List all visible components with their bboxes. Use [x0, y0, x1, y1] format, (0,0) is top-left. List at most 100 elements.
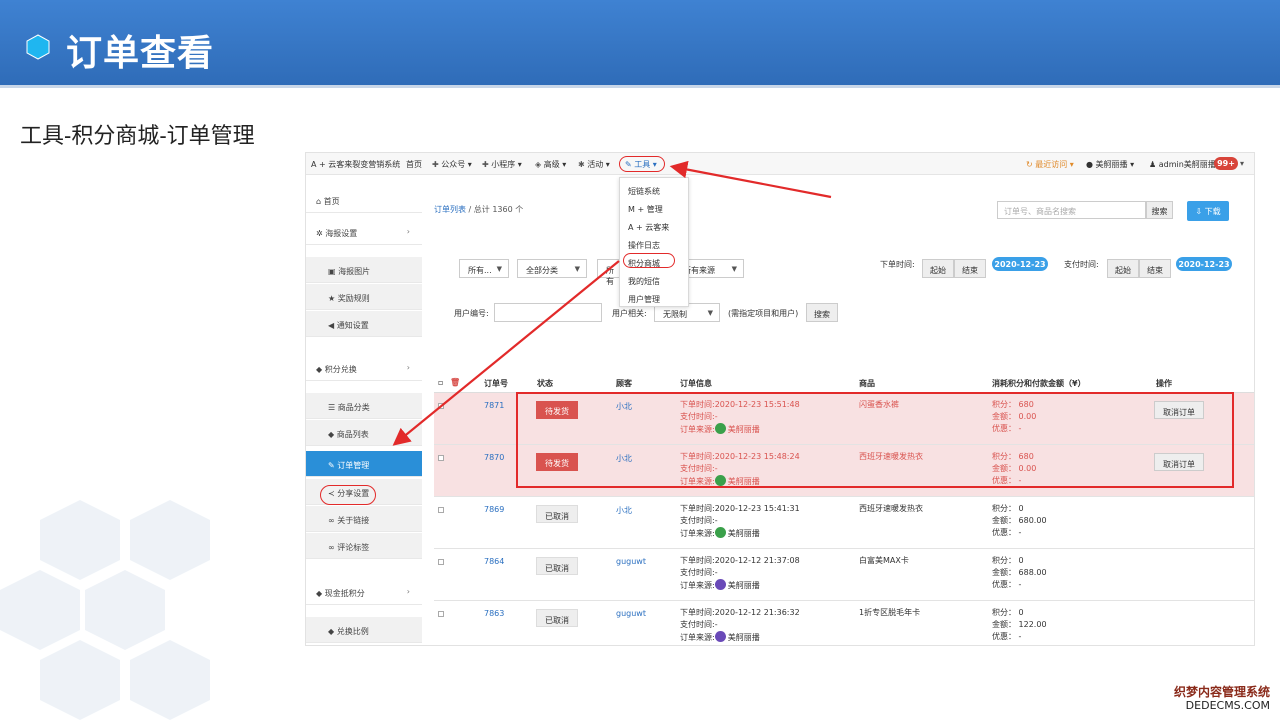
sidebar-item-label: 海报设置: [325, 229, 358, 238]
order-id-link[interactable]: 7869: [484, 505, 504, 514]
nav-activity[interactable]: ✱ 活动 ▾: [578, 159, 610, 170]
nav-mini-program[interactable]: ✚ 小程序 ▾: [482, 159, 522, 170]
sidebar-item-label: 兑换比例: [336, 627, 369, 636]
sidebar-item-label: 积分兑换: [324, 365, 357, 374]
menu-item-yunkelai[interactable]: A + 云客来: [628, 222, 669, 233]
customer-link[interactable]: guguwt: [616, 609, 646, 618]
sidebar-item-poster-images[interactable]: ▣ 海报图片: [306, 257, 422, 283]
watermark-url: DEDECMS.COM: [1185, 699, 1270, 712]
row-checkbox[interactable]: [438, 403, 444, 409]
filter-category-select[interactable]: 全部分类 ▼: [517, 259, 587, 278]
wechat-account[interactable]: ● 美舸丽播 ▾: [1086, 159, 1134, 170]
row-checkbox[interactable]: [438, 611, 444, 617]
order-id-link[interactable]: 7863: [484, 609, 504, 618]
download-icon: ⇩: [1195, 207, 1203, 216]
sidebar-item-order-manage[interactable]: ✎ 订单管理: [306, 451, 422, 477]
nav-home[interactable]: 首页: [406, 159, 422, 170]
slide-header: 订单查看: [0, 0, 1280, 88]
select-value: 所有...: [468, 266, 492, 275]
pay-time-label: 支付时间:: [1064, 260, 1099, 269]
brand-name[interactable]: A + 云客来裂变营销系统: [311, 159, 400, 170]
download-button[interactable]: ⇩ 下载: [1187, 201, 1229, 221]
sidebar-item-reward-rules[interactable]: ★ 奖励规则: [306, 284, 422, 310]
customer-link[interactable]: 小北: [616, 505, 632, 516]
home-icon: ⌂: [316, 197, 322, 206]
order-date-pill[interactable]: 2020-12-23: [992, 257, 1048, 271]
sidebar-item-label: 首页: [323, 197, 340, 206]
trash-icon[interactable]: 🗑: [450, 378, 460, 387]
admin-label: admin美舸丽播: [1158, 160, 1216, 169]
pay-time-start[interactable]: 起始: [1107, 259, 1139, 278]
filter-search-button[interactable]: 搜索: [806, 303, 838, 322]
sidebar-item-home[interactable]: ⌂ 首页: [306, 187, 422, 213]
row-checkbox[interactable]: [438, 507, 444, 513]
sidebar-item-exchange-ratio[interactable]: ◆ 兑换比例: [306, 617, 422, 643]
order-id-link[interactable]: 7871: [484, 401, 504, 410]
sidebar-item-goods-list[interactable]: ◆ 商品列表: [306, 420, 422, 446]
pay-time-end[interactable]: 结束: [1139, 259, 1171, 278]
order-info: 下单时间:2020-12-12 21:37:08 支付时间:- 订单来源: 美舸丽播: [680, 555, 800, 592]
points: 积分： 0: [992, 556, 1024, 565]
order-source-label: 订单来源:: [680, 633, 715, 642]
recent-visits[interactable]: ↻ 最近访问 ▾: [1026, 159, 1074, 170]
admin-user[interactable]: ♟ admin美舸丽播: [1149, 159, 1216, 170]
notification-badge[interactable]: 99+: [1214, 157, 1238, 170]
menu-item-my-sms[interactable]: 我的短信: [628, 276, 660, 287]
nav-tools-label: 工具 ▾: [634, 160, 657, 169]
select-value: 所有: [606, 266, 614, 286]
menu-item-operation-log[interactable]: 操作日志: [628, 240, 660, 251]
order-time-end[interactable]: 结束: [954, 259, 986, 278]
pay-time: 支付时间:-: [680, 516, 718, 525]
order-time-label: 下单时间:: [880, 260, 915, 269]
menu-item-user-manage[interactable]: 用户管理: [628, 294, 660, 305]
user-id-input[interactable]: [494, 303, 602, 322]
pay-time: 支付时间:-: [680, 620, 718, 629]
sidebar-item-comment-tags[interactable]: ∞ 评论标签: [306, 533, 422, 559]
sidebar-item-points-exchange[interactable]: ◆ 积分兑换 ›: [306, 355, 422, 381]
order-id-link[interactable]: 7864: [484, 557, 504, 566]
chevron-down-icon[interactable]: ▾: [1240, 159, 1244, 168]
order-info: 下单时间:2020-12-23 15:41:31 支付时间:- 订单来源: 美舸丽播: [680, 503, 800, 540]
sidebar-item-cash-points[interactable]: ◆ 现金抵积分 ›: [306, 579, 422, 605]
menu-item-m-manage[interactable]: M + 管理: [628, 204, 663, 215]
order-id-link[interactable]: 7870: [484, 453, 504, 462]
cubes-icon: ◆: [328, 430, 335, 439]
select-all-checkbox[interactable]: ▫: [438, 378, 443, 387]
top-navbar: A + 云客来裂变营销系统 首页 ✚ 公众号 ▾ ✚ 小程序 ▾ ◈ 高级 ▾ …: [306, 153, 1254, 175]
sidebar-item-about-link[interactable]: ∞ 关于链接: [306, 506, 422, 532]
row-checkbox[interactable]: [438, 559, 444, 565]
sidebar-item-label: 商品列表: [336, 430, 369, 439]
breadcrumb-link[interactable]: 订单列表: [434, 205, 466, 214]
background-hexagons: [0, 500, 210, 720]
search-button[interactable]: 搜索: [1146, 201, 1173, 219]
cube-icon: ◈: [535, 160, 542, 169]
sidebar-item-poster-settings[interactable]: ✲ 海报设置 ›: [306, 219, 422, 245]
highlight-circle: [320, 485, 376, 505]
th-amount: 消耗积分和付款金额（¥）: [992, 379, 1086, 388]
chevron-right-icon: ›: [406, 227, 410, 236]
search-input[interactable]: 订单号、商品名搜索: [997, 201, 1146, 219]
customer-link[interactable]: guguwt: [616, 557, 646, 566]
nav-official-account[interactable]: ✚ 公众号 ▾: [432, 159, 472, 170]
amount: 金额： 688.00: [992, 568, 1047, 577]
cubes-icon: ◆: [316, 589, 323, 598]
nav-label: 活动 ▾: [587, 160, 610, 169]
nav-advanced[interactable]: ◈ 高级 ▾: [535, 159, 566, 170]
sidebar-item-label: 订单管理: [337, 461, 370, 470]
row-checkbox[interactable]: [438, 455, 444, 461]
hexagon-icon: [26, 34, 50, 60]
goods-name: 1折专区脱毛年卡: [859, 608, 921, 617]
filter-status-select[interactable]: 所有... ▼: [459, 259, 509, 278]
chevron-right-icon: ›: [406, 363, 410, 372]
menu-item-short-link[interactable]: 短链系统: [628, 186, 660, 197]
source-avatar-icon: [714, 631, 726, 642]
filter-type-select[interactable]: 所有: [597, 259, 621, 286]
order-time-start[interactable]: 起始: [922, 259, 954, 278]
sidebar-item-notify-settings[interactable]: ◀ 通知设置: [306, 311, 422, 337]
amount-info: 积分： 0 金额： 122.00 优惠： -: [992, 607, 1047, 643]
pay-date-pill[interactable]: 2020-12-23: [1176, 257, 1232, 271]
nav-tools[interactable]: ✎ 工具 ▾: [619, 156, 665, 172]
sidebar-item-goods-category[interactable]: ☰ 商品分类: [306, 393, 422, 419]
th-order-info: 订单信息: [680, 379, 712, 388]
points: 积分： 0: [992, 608, 1024, 617]
